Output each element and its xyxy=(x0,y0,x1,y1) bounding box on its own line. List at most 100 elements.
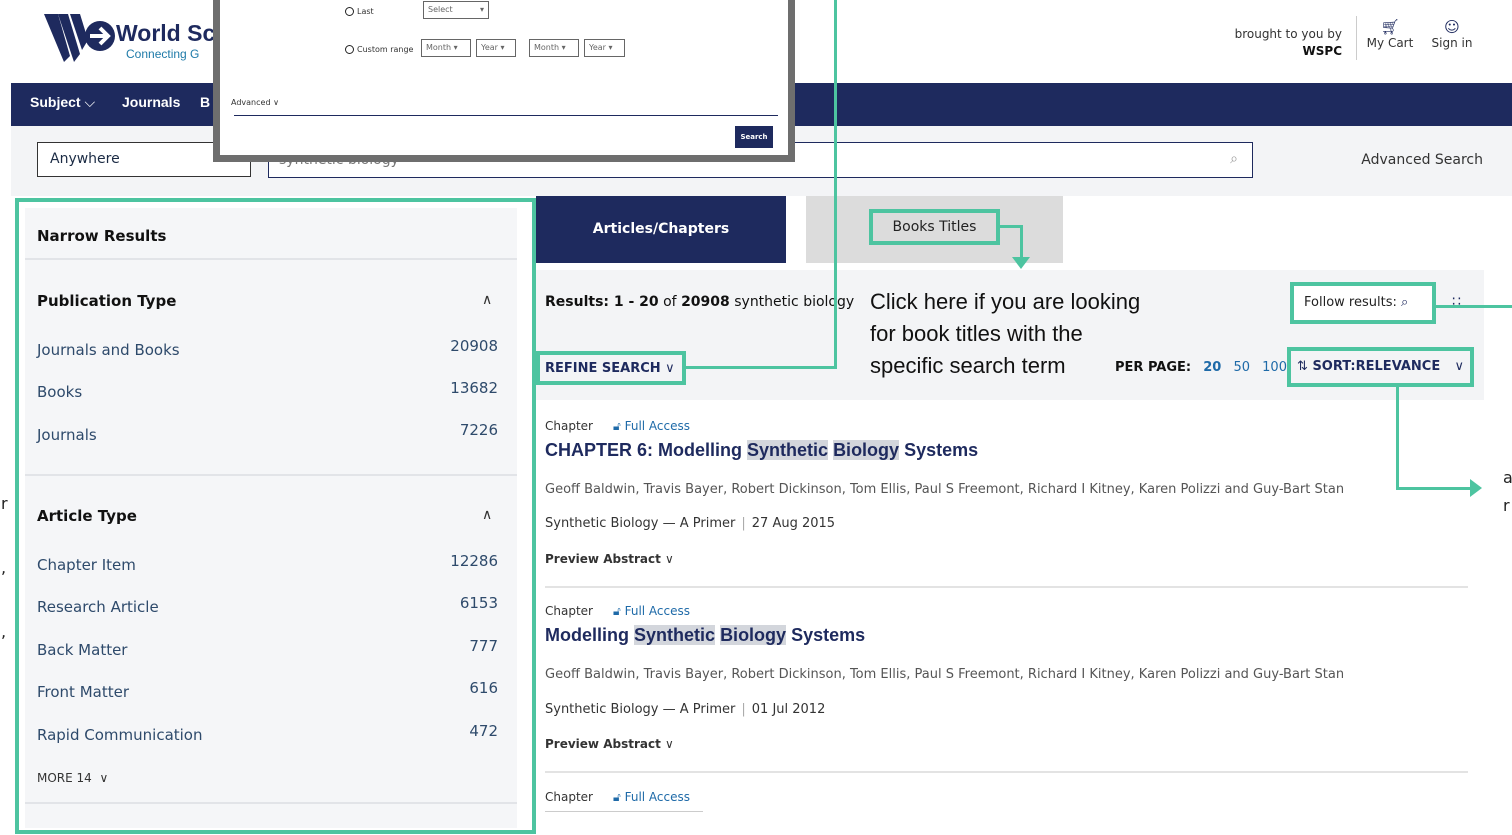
world-scientific-logo-icon[interactable] xyxy=(44,10,116,65)
per-page-option[interactable]: 50 xyxy=(1233,360,1250,375)
more-article-types-button[interactable]: MORE 14 ∨ xyxy=(37,771,108,785)
arrow-down-icon xyxy=(1012,257,1030,269)
preview-abstract-button[interactable]: Preview Abstract ∨ xyxy=(545,737,674,751)
last-select-value: Select xyxy=(428,5,453,14)
signin-label: Sign in xyxy=(1431,36,1473,50)
callout-line: Click here if you are looking xyxy=(870,289,1141,314)
unlock-icon: 🔓︎ xyxy=(612,790,621,804)
facet-journals-and-books[interactable]: Journals and Books xyxy=(37,341,180,359)
source-link[interactable]: Synthetic Biology — A Primer xyxy=(545,702,735,717)
narrow-results-panel: Narrow Results Publication Type ∧ Journa… xyxy=(15,198,536,834)
divider xyxy=(25,802,517,804)
callout-line: for book titles with the xyxy=(870,321,1083,346)
per-page-option[interactable]: 20 xyxy=(1203,360,1221,375)
radio-last[interactable]: Last xyxy=(345,7,374,16)
to-month-select[interactable]: Month ▾ xyxy=(529,39,579,57)
arrow-right-icon xyxy=(1470,479,1482,497)
connector-line xyxy=(1000,225,1022,228)
chevron-up-icon[interactable]: ∧ xyxy=(482,507,492,523)
publication-type-title: Publication Type xyxy=(37,292,177,310)
facet-count: 13682 xyxy=(450,379,498,397)
from-month-select[interactable]: Month ▾ xyxy=(421,39,471,57)
nav-subject[interactable]: Subject ⌵ xyxy=(30,94,95,111)
nav-books[interactable]: B xyxy=(200,94,210,110)
facet-research-article[interactable]: Research Article xyxy=(37,598,159,616)
facet-chapter-item[interactable]: Chapter Item xyxy=(37,556,136,574)
tab-books-titles[interactable]: Books Titles xyxy=(869,209,1000,245)
chevron-down-icon: ∨ xyxy=(665,552,674,566)
search-plus-icon: ⌕ xyxy=(1400,295,1409,310)
facet-books[interactable]: Books xyxy=(37,383,82,401)
divider xyxy=(25,258,517,260)
result-authors[interactable]: Geoff Baldwin, Travis Bayer, Robert Dick… xyxy=(545,667,1344,682)
connector-line xyxy=(1396,387,1399,489)
facet-rapid-communication[interactable]: Rapid Communication xyxy=(37,726,203,744)
source-link[interactable]: Synthetic Biology — A Primer xyxy=(545,516,735,531)
from-year-select[interactable]: Year ▾ xyxy=(476,39,516,57)
advanced-search-link[interactable]: Advanced Search xyxy=(1361,152,1483,168)
scope-value: Anywhere xyxy=(50,151,120,167)
overlay-search-button[interactable]: Search xyxy=(735,126,773,148)
logo-tagline: Connecting G xyxy=(126,47,200,61)
results-total: 20908 xyxy=(681,294,730,310)
search-icon[interactable]: ⌕ xyxy=(1230,151,1238,167)
last-select[interactable]: Select ▾ xyxy=(423,1,489,19)
chevron-down-icon: ∨ xyxy=(665,737,674,751)
nav-journals[interactable]: Journals xyxy=(122,94,180,110)
result-authors[interactable]: Geoff Baldwin, Travis Bayer, Robert Dick… xyxy=(545,482,1344,497)
results-range: Results: 1 - 20 xyxy=(545,294,659,310)
last-label: Last xyxy=(357,7,374,16)
tab-articles-chapters[interactable]: Articles/Chapters xyxy=(536,196,786,263)
sort-button[interactable]: ⇅ SORT:RELEVANCE ∨ xyxy=(1287,347,1474,387)
facet-journals[interactable]: Journals xyxy=(37,426,97,444)
to-year-select[interactable]: Year ▾ xyxy=(584,39,625,57)
result-divider xyxy=(545,586,1468,588)
sign-in-link[interactable]: ☺ Sign in xyxy=(1422,18,1482,50)
title-text: Modelling xyxy=(545,625,629,645)
connector-line xyxy=(834,0,837,369)
more-label: MORE 14 xyxy=(37,771,92,785)
chevron-down-icon: ▾ xyxy=(479,5,484,14)
preview-label: Preview Abstract xyxy=(545,737,661,751)
cropped-text: r xyxy=(1503,496,1510,515)
logo-text: World Sc xyxy=(116,20,216,46)
radio-custom-range[interactable]: Custom range xyxy=(345,45,413,54)
advanced-toggle[interactable]: Advanced ∨ xyxy=(231,98,279,107)
chevron-up-icon[interactable]: ∧ xyxy=(482,292,492,308)
cropped-text: , xyxy=(1,622,7,641)
result-type: Chapter xyxy=(545,604,593,618)
result-source: Synthetic Biology — A Primer | 01 Jul 2012 xyxy=(545,702,826,717)
result-title[interactable]: Modelling Synthetic Biology Systems xyxy=(545,625,865,646)
unlock-icon: 🔓︎ xyxy=(612,604,621,618)
cart-icon: 🛒︎ xyxy=(1380,18,1400,36)
my-cart-link[interactable]: 🛒︎ My Cart xyxy=(1360,18,1420,50)
publication-date: 27 Aug 2015 xyxy=(751,516,836,531)
chevron-down-icon: ∨ xyxy=(665,361,675,376)
facet-count: 777 xyxy=(469,637,498,655)
user-icon: ☺ xyxy=(1444,18,1460,36)
access-badge: Full Access xyxy=(624,790,691,804)
custom-range-label: Custom range xyxy=(357,45,414,54)
radio-icon xyxy=(345,45,354,54)
connector-line xyxy=(1436,305,1512,308)
narrow-results-title: Narrow Results xyxy=(37,227,167,245)
title-highlight: Synthetic xyxy=(747,440,829,460)
preview-abstract-button[interactable]: Preview Abstract ∨ xyxy=(545,552,674,566)
facet-count: 472 xyxy=(469,722,498,740)
chevron-down-icon: ⌵ xyxy=(84,94,96,110)
result-title[interactable]: CHAPTER 6: Modelling Synthetic Biology S… xyxy=(545,440,978,461)
per-page-option[interactable]: 100 xyxy=(1262,360,1287,375)
facet-front-matter[interactable]: Front Matter xyxy=(37,683,129,701)
advanced-search-overlay: Last Select ▾ Custom range Month ▾ Year … xyxy=(213,0,795,162)
header-divider xyxy=(1356,16,1357,60)
title-highlight: Synthetic xyxy=(634,625,716,645)
overlay-divider xyxy=(234,115,778,116)
per-page-label: PER PAGE: xyxy=(1115,360,1192,375)
follow-results-button[interactable]: Follow results: ⌕ xyxy=(1290,282,1436,324)
access-badge: Full Access xyxy=(624,419,691,433)
brought-by-text: brought to you by xyxy=(1234,27,1342,41)
refine-search-button[interactable]: REFINE SEARCH ∨ xyxy=(536,351,686,385)
nav-subject-label: Subject xyxy=(30,94,81,110)
cropped-text: a xyxy=(1503,468,1512,487)
facet-back-matter[interactable]: Back Matter xyxy=(37,641,127,659)
